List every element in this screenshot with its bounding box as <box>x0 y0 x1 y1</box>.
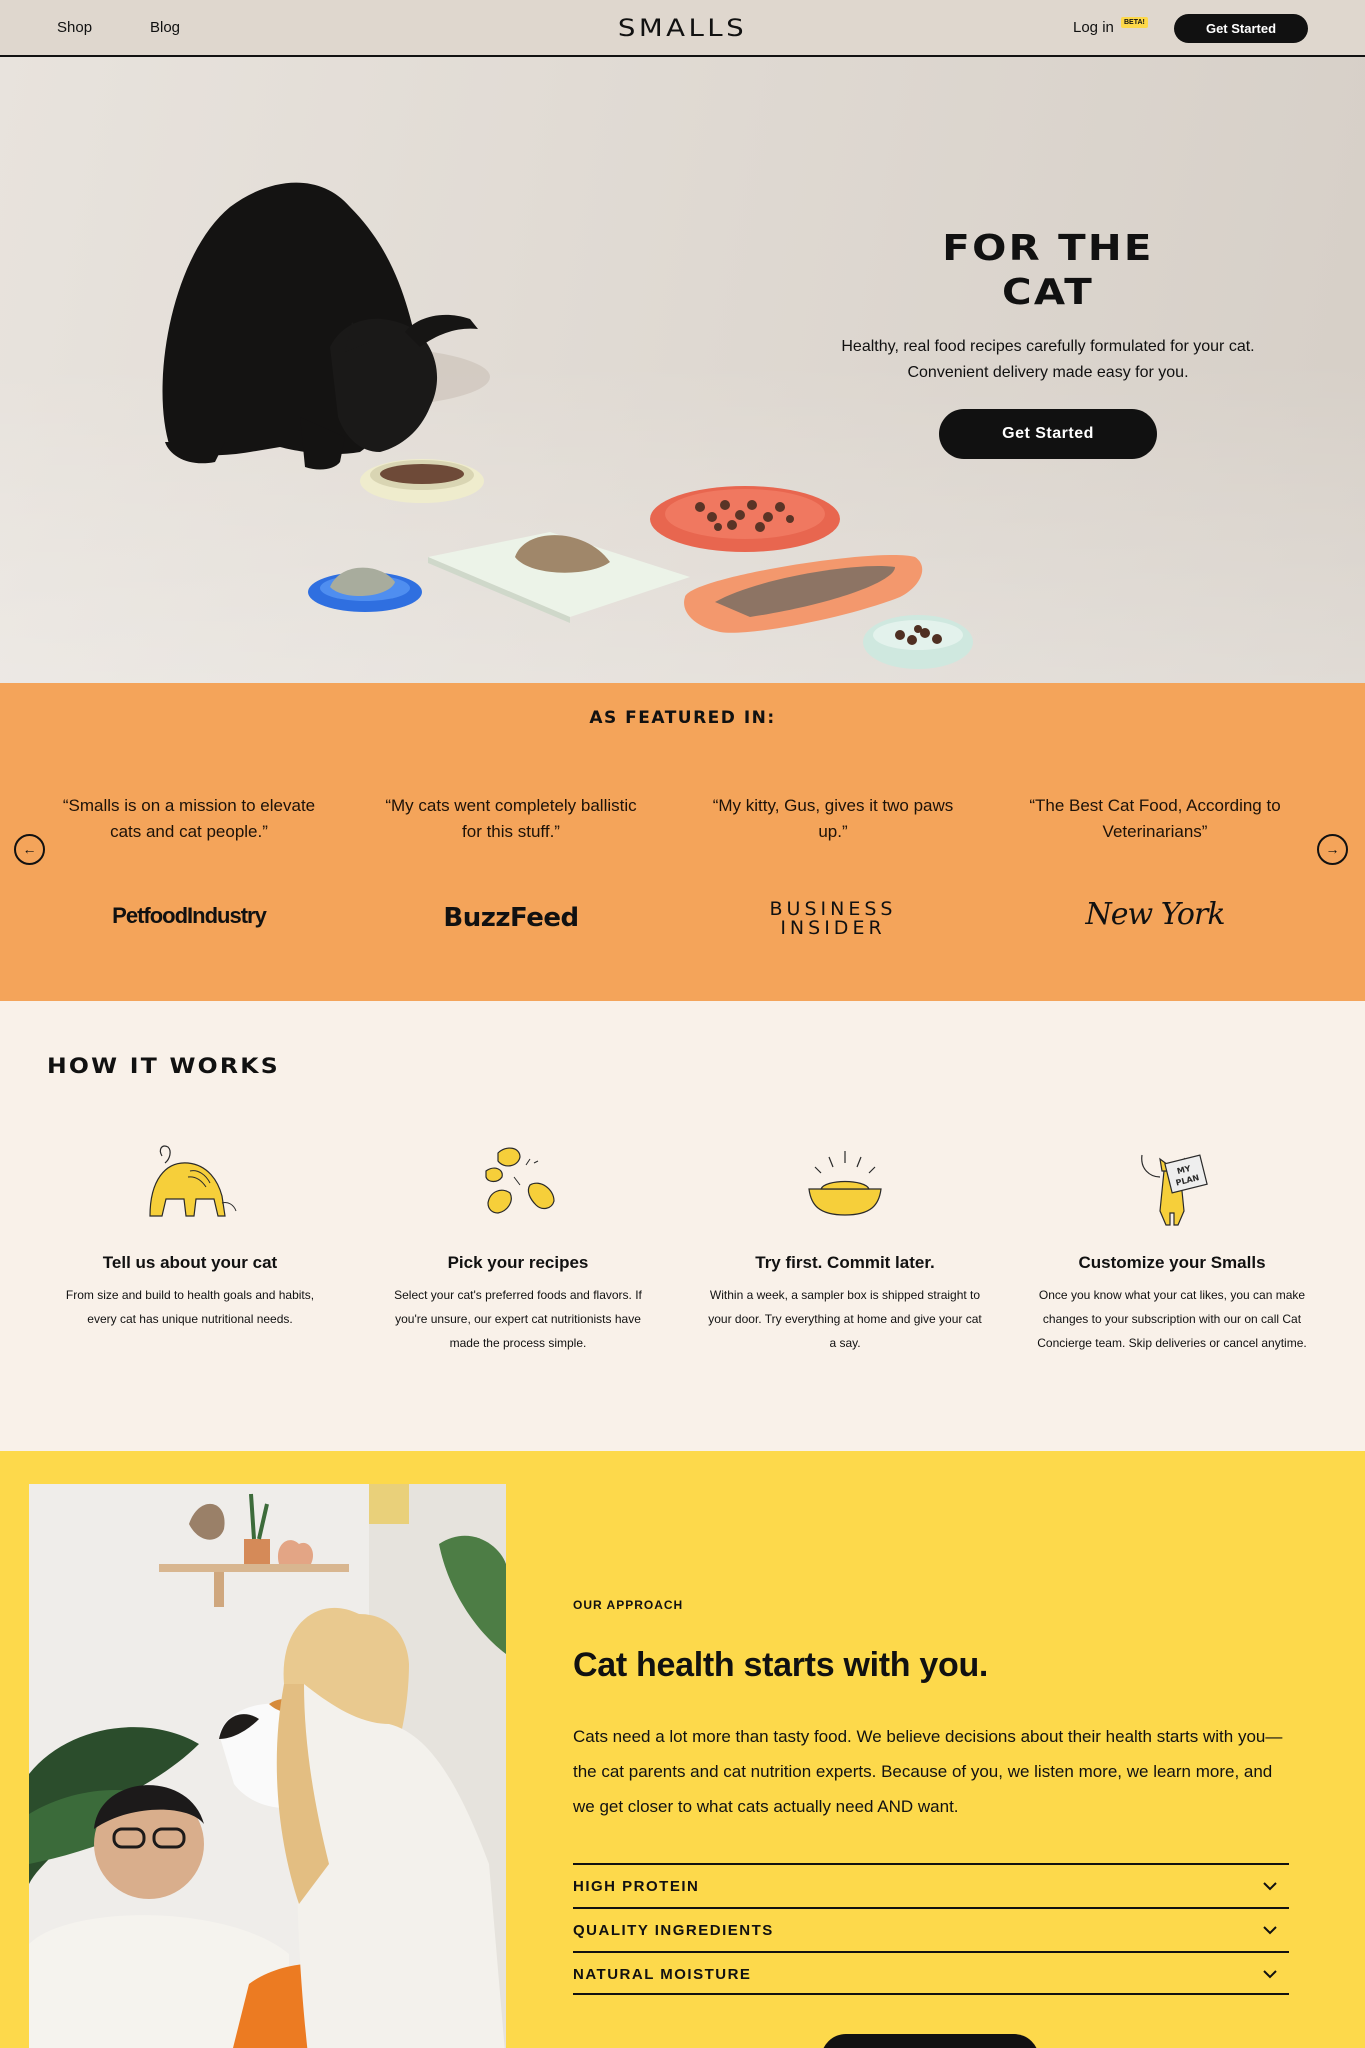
hero-get-started-button[interactable]: Get Started <box>939 409 1157 459</box>
step-customize: MY PLAN Customize your Smalls Once you k… <box>1027 1141 1317 1355</box>
arrow-right-icon[interactable]: → <box>1317 834 1348 865</box>
hero-section: FOR THE CAT Healthy, real food recipes ca… <box>0 57 1365 683</box>
food-bowl-icon <box>808 1151 882 1216</box>
hero-subtitle: Healthy, real food recipes carefully for… <box>841 338 1255 381</box>
arrow-left-icon[interactable]: ← <box>14 834 45 865</box>
new-york-logo: New York <box>1085 897 1226 932</box>
featured-quote: “My cats went completely ballistic for t… <box>385 796 637 841</box>
how-it-works-title: HOW IT WORKS <box>47 1054 280 1078</box>
featured-title: AS FEATURED IN: <box>589 708 776 728</box>
step-title: Customize your Smalls <box>1078 1253 1266 1272</box>
cat-parents-photo <box>29 1484 506 2048</box>
hero-title: FOR THE CAT <box>942 228 1154 313</box>
smalls-logo[interactable]: SMALLS <box>0 14 1365 42</box>
chevron-down-icon <box>1263 1970 1277 1979</box>
nav-get-started-button[interactable]: Get Started <box>1174 14 1308 43</box>
login-link[interactable]: Log in <box>1073 19 1114 36</box>
accordion-high-protein[interactable]: HIGH PROTEIN <box>573 1863 1289 1907</box>
approach-eyebrow: OUR APPROACH <box>573 1598 684 1612</box>
business-insider-logo: BUSINESS INSIDER <box>769 898 897 939</box>
step-description: Once you know what your cat likes, you c… <box>1037 1288 1307 1350</box>
top-nav: Shop Blog SMALLS Log in BETA! Get Starte… <box>0 0 1365 57</box>
featured-quote: “The Best Cat Food, According to Veterin… <box>1029 796 1281 841</box>
accordion-label: QUALITY INGREDIENTS <box>573 1922 774 1939</box>
step-try-first: Try first. Commit later. Within a week, … <box>700 1141 990 1355</box>
step-description: From size and build to health goals and … <box>65 1288 315 1326</box>
accordion-natural-moisture[interactable]: NATURAL MOISTURE <box>573 1951 1289 1995</box>
our-approach-section: OUR APPROACH Cat health starts with you.… <box>0 1451 1365 2048</box>
approach-body: Cats need a lot more than tasty food. We… <box>573 1727 1283 1816</box>
approach-headline: Cat health starts with you. <box>573 1646 989 1684</box>
buzzfeed-logo: BuzzFeed <box>443 903 579 933</box>
featured-quote: “Smalls is on a mission to elevate cats … <box>62 796 316 841</box>
petfood-industry-logo: PetfoodIndustry <box>112 903 267 928</box>
chevron-down-icon <box>1263 1926 1277 1935</box>
accordion-label: HIGH PROTEIN <box>573 1878 700 1895</box>
food-pieces-icon <box>485 1147 555 1214</box>
how-it-works-section: HOW IT WORKS Tell us about your cat From… <box>0 1001 1365 1451</box>
step-title: Try first. Commit later. <box>755 1253 935 1272</box>
cat-stretch-icon <box>149 1145 237 1217</box>
accordion-quality-ingredients[interactable]: QUALITY INGREDIENTS <box>573 1907 1289 1951</box>
cat-my-plan-icon: MY PLAN <box>1141 1154 1208 1226</box>
accordion-label: NATURAL MOISTURE <box>573 1966 752 1983</box>
step-title: Pick your recipes <box>447 1253 589 1272</box>
approach-cta-button[interactable] <box>821 2034 1039 2048</box>
step-title: Tell us about your cat <box>102 1253 278 1272</box>
chevron-down-icon <box>1263 1882 1277 1891</box>
step-pick-recipes: Pick your recipes Select your cat's pref… <box>373 1141 663 1355</box>
featured-quote: “My kitty, Gus, gives it two paws up.” <box>712 796 954 841</box>
featured-in-section: AS FEATURED IN: ← → “Smalls is on a miss… <box>0 683 1365 1001</box>
step-tell-us: Tell us about your cat From size and bui… <box>45 1141 335 1331</box>
step-description: Select your cat's preferred foods and fl… <box>394 1288 642 1350</box>
beta-badge: BETA! <box>1121 17 1148 28</box>
step-description: Within a week, a sampler box is shipped … <box>708 1288 982 1350</box>
